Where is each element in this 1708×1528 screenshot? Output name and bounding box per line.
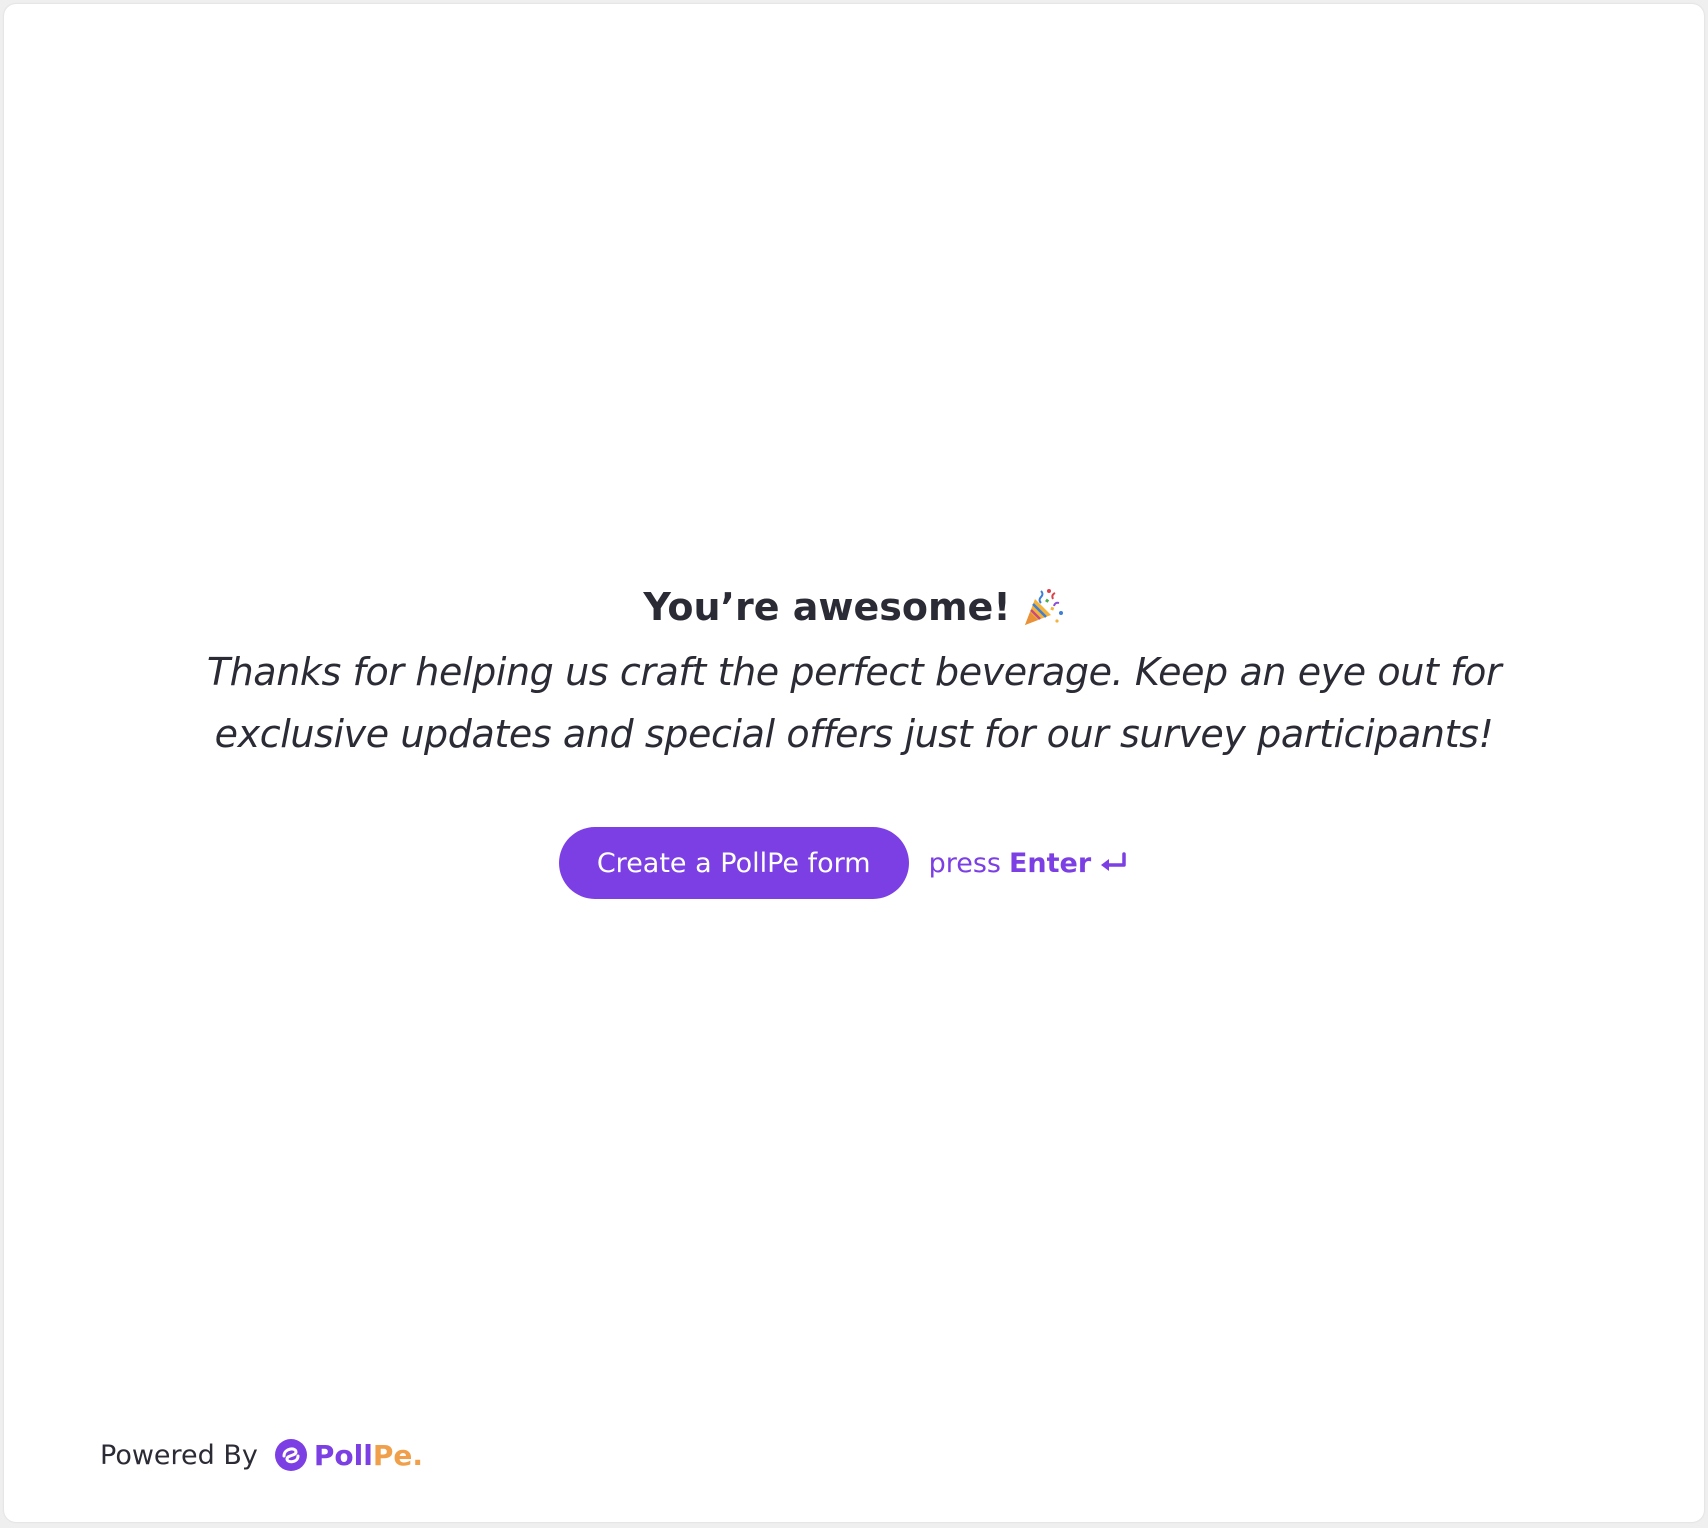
action-row: Create a PollPe form press Enter [4,827,1704,899]
heading-text: You’re awesome! [643,585,1011,629]
completion-message: Thanks for helping us craft the perfect … [206,650,1502,756]
create-form-button[interactable]: Create a PollPe form [558,827,909,899]
pollpe-logo-icon [274,1439,307,1471]
hint-key: Enter [1008,847,1092,879]
keyboard-hint: press Enter [929,848,1130,879]
thank-you-card: You’re awesome! Thanks for helping us cr… [4,4,1704,1522]
brand-name-pe: Pe. [372,1438,423,1472]
completion-content: You’re awesome! Thanks for helping us cr… [4,579,1704,899]
footer: Powered By PollPe. [100,1438,423,1472]
powered-by-label: Powered By [100,1439,258,1471]
party-popper-icon [1024,589,1063,625]
enter-key-icon [1101,852,1126,871]
pollpe-logo-link[interactable]: PollPe. [274,1438,423,1472]
completion-heading: You’re awesome! [643,579,1064,635]
hint-prefix: press [928,847,1001,879]
brand-name-poll: Poll [313,1438,373,1472]
